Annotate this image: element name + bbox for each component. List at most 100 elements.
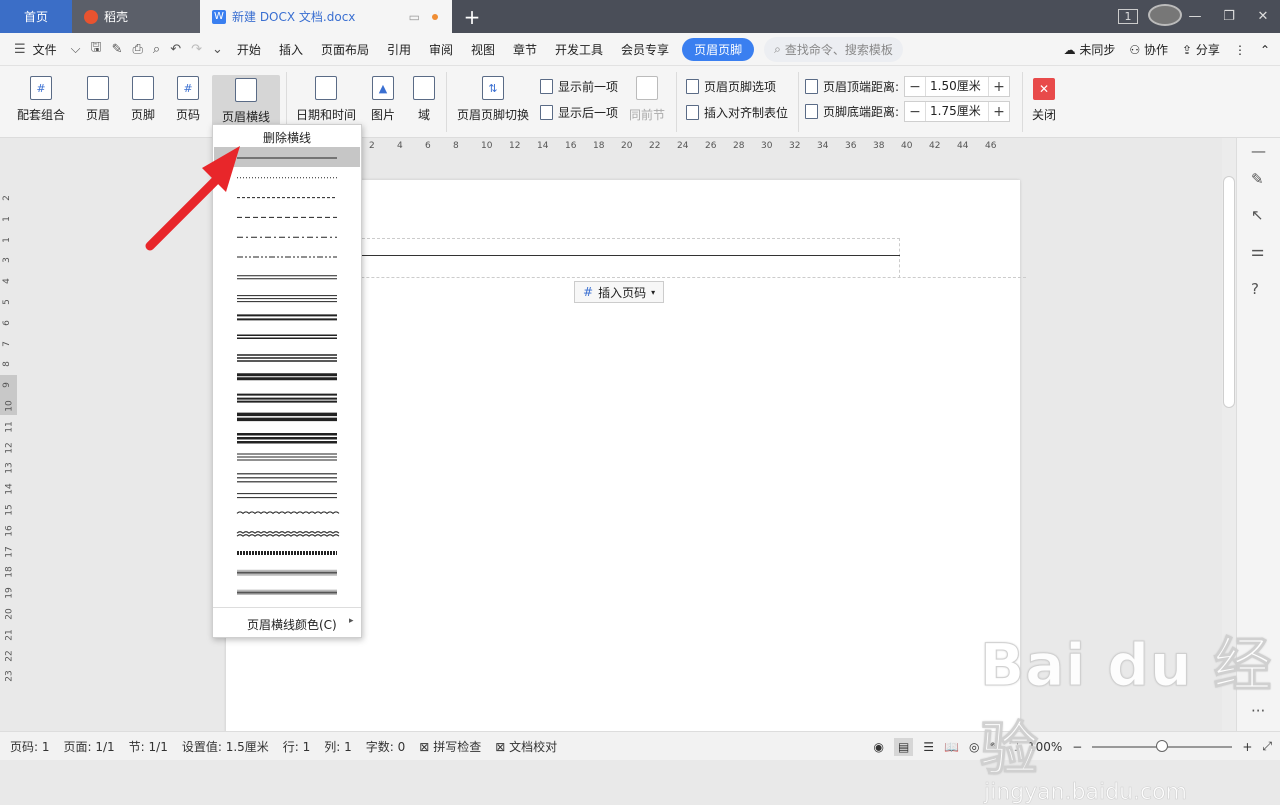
bottom-distance-input[interactable]: 1.75厘米 (925, 102, 990, 121)
picture-icon: ▲ (372, 76, 394, 100)
more-icon[interactable]: ⋮ (1234, 43, 1246, 57)
close-header-footer-button[interactable]: ✕ 关闭 (1030, 72, 1058, 123)
proofread-button[interactable]: ⊠ 文档校对 (488, 738, 564, 755)
print-preview-icon[interactable]: ⌕ (148, 42, 165, 57)
print-icon[interactable]: ⎙ (128, 42, 148, 57)
tab-document[interactable]: W 新建 DOCX 文档.docx ▭ (200, 0, 452, 33)
spell-check-icon: ⊠ (419, 739, 430, 754)
bottom-distance-stepper[interactable]: −1.75厘米 + (904, 101, 1011, 122)
spell-check-button[interactable]: ⊠ 拼写检查 (412, 738, 488, 755)
line-style-option[interactable] (237, 275, 337, 280)
decrease-icon[interactable]: − (905, 104, 925, 120)
close-window-icon[interactable]: ✕ (1246, 9, 1280, 24)
menu-item-view[interactable]: 视图 (462, 41, 504, 58)
select-icon[interactable]: ↖ (1251, 206, 1264, 224)
top-distance-input[interactable]: 1.50厘米 (925, 77, 990, 96)
footer-button[interactable]: 页脚 (125, 72, 161, 123)
picture-button[interactable]: ▲ 图片 (366, 72, 400, 123)
restore-icon[interactable]: ❐ (1212, 9, 1246, 24)
header-area[interactable] (352, 238, 900, 278)
field-button[interactable]: 域 (412, 72, 436, 123)
collab-button[interactable]: ⚇ 协作 (1129, 41, 1168, 58)
line-style-option[interactable] (236, 511, 340, 515)
page-view-icon[interactable]: ▤ (893, 737, 914, 756)
menu-item-developer[interactable]: 开发工具 (546, 41, 612, 58)
line-style-option[interactable] (237, 393, 337, 403)
ruler-tick-label: 8 (1, 361, 12, 368)
scroll-thumb[interactable] (1223, 176, 1235, 408)
adjust-icon[interactable]: ⚌ (1251, 242, 1264, 260)
collapse-ribbon-icon[interactable]: ⌃ (1260, 43, 1270, 57)
datetime-button[interactable]: 日期和时间 (296, 72, 356, 123)
increase-icon[interactable]: + (989, 104, 1009, 120)
line-style-option[interactable] (237, 412, 337, 422)
menu-item-member[interactable]: 会员专享 (612, 41, 678, 58)
decrease-icon[interactable]: − (905, 79, 925, 95)
line-style-option[interactable] (237, 354, 337, 362)
line-style-option[interactable] (237, 334, 337, 339)
tab-home[interactable]: 首页 (0, 0, 72, 33)
monitor-icon[interactable]: ▭ (409, 10, 420, 24)
ribbon-separator (798, 72, 799, 132)
eye-icon[interactable]: ◉ (873, 740, 883, 754)
insert-page-number-button[interactable]: # 插入页码 ▾ (574, 281, 665, 303)
combo-button[interactable]: # 配套组合 (12, 72, 70, 123)
format-painter-icon[interactable]: ✎ (107, 42, 128, 57)
line-style-option[interactable] (237, 453, 337, 461)
command-search[interactable]: ⌕ 查找命令、搜索模板 (764, 36, 903, 62)
menu-item-header-footer[interactable]: 页眉页脚 (682, 37, 755, 61)
same-as-prev-button[interactable]: 同前节 (628, 72, 666, 123)
show-next-button[interactable]: 显示后一项 (540, 104, 618, 121)
page-badge-icon[interactable]: 1 (1118, 9, 1138, 24)
ruler-tick-label: 14 (4, 483, 15, 495)
ruler-tick-label: 12 (4, 441, 15, 454)
read-view-icon[interactable]: 📖 (944, 740, 959, 754)
menu-item-layout[interactable]: 页面布局 (312, 41, 378, 58)
page-number-button[interactable]: # 页码 (170, 72, 206, 123)
line-color-option[interactable]: 页眉横线颜色(C) (247, 616, 337, 633)
line-style-option[interactable] (237, 493, 337, 499)
sync-button[interactable]: ☁ 未同步 (1064, 41, 1116, 58)
tab-daoke[interactable]: 稻壳 (72, 0, 200, 33)
file-menu[interactable]: 文件 (31, 41, 66, 58)
top-distance-stepper[interactable]: −1.50厘米 + (904, 76, 1011, 97)
outline-view-icon[interactable]: ☰ (923, 740, 934, 754)
line-style-option[interactable] (237, 295, 337, 303)
line-style-option[interactable] (237, 473, 337, 483)
web-view-icon[interactable]: ◎ (969, 740, 979, 754)
menu-item-insert[interactable]: 插入 (270, 41, 312, 58)
menu-item-start[interactable]: 开始 (228, 41, 270, 58)
menu-item-review[interactable]: 审阅 (420, 41, 462, 58)
menu-item-section[interactable]: 章节 (504, 41, 546, 58)
new-tab-button[interactable]: + (452, 5, 492, 29)
line-style-option[interactable] (237, 432, 337, 444)
hamburger-icon[interactable]: ☰ (0, 42, 31, 57)
vertical-ruler[interactable]: 2 1 1 3 4 5 6 7 8 9 10 11 12 13 14 15 16 17 18 19 20 21 22 23 (0, 138, 17, 731)
save-icon[interactable]: 🖫 (86, 38, 107, 60)
line-style-option[interactable] (237, 314, 337, 321)
menu-item-reference[interactable]: 引用 (378, 41, 420, 58)
chevron-down-icon[interactable]: ⌵ (66, 42, 86, 57)
avatar-button[interactable] (1148, 3, 1182, 30)
line-style-option[interactable] (237, 589, 337, 595)
line-style-option[interactable] (237, 373, 337, 381)
increase-icon[interactable]: + (989, 79, 1009, 95)
insert-tab-button[interactable]: 插入对齐制表位 (686, 104, 788, 121)
switch-label: 页眉页脚切换 (456, 108, 529, 122)
show-prev-button[interactable]: 显示前一项 (540, 78, 618, 95)
quick-access-more-icon[interactable]: ⌄ (207, 42, 228, 57)
options-button[interactable]: 页眉页脚选项 (686, 78, 776, 95)
header-button[interactable]: 页眉 (80, 72, 116, 123)
help-icon[interactable]: ? (1251, 280, 1259, 298)
panel-collapse-icon[interactable]: — (1251, 142, 1266, 160)
undo-icon[interactable]: ↶ (165, 42, 186, 57)
datetime-label: 日期和时间 (296, 108, 357, 122)
switch-button[interactable]: ⇅ 页眉页脚切换 (456, 72, 530, 123)
share-button[interactable]: ⇪ 分享 (1182, 41, 1220, 58)
minimize-icon[interactable]: — (1178, 9, 1212, 24)
edit-icon[interactable]: ✎ (1251, 170, 1264, 188)
redo-icon[interactable]: ↷ (186, 42, 207, 57)
status-words[interactable]: 字数: 0 (359, 738, 413, 755)
line-style-option[interactable] (237, 569, 337, 576)
line-style-option[interactable] (236, 531, 340, 537)
